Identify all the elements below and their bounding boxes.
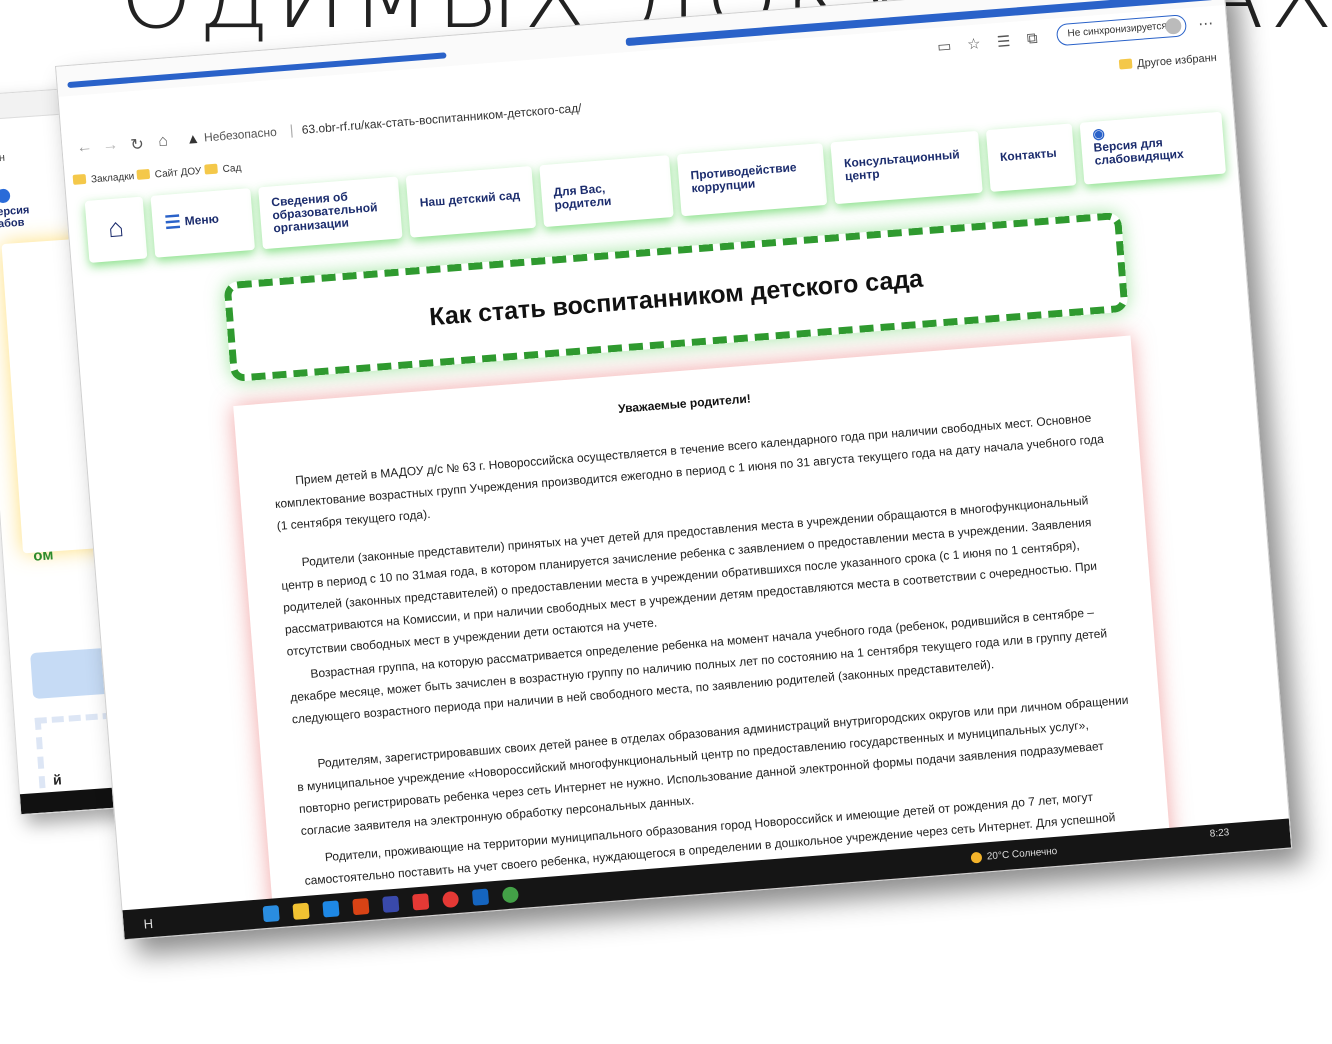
nav-item-anticorruption[interactable]: Противодействие коррупции [676, 143, 828, 217]
back-version-fragment: ерсия абов [0, 204, 30, 231]
word-icon[interactable] [471, 888, 490, 906]
yandex-icon[interactable] [442, 890, 460, 909]
collections-icon[interactable]: ⧉ [1026, 30, 1038, 48]
home-icon: ⌂ [106, 212, 125, 244]
url-input[interactable]: 63.obr-rf.ru/как-стать-воспитанником-дет… [301, 101, 582, 137]
back-icon[interactable]: ← [76, 138, 93, 157]
nav-item-contacts[interactable]: Контакты [985, 123, 1077, 192]
back-tab-fragment: сн [0, 151, 6, 165]
bookmark-site-dou[interactable]: Сайт ДОУ [136, 165, 202, 182]
content-card: Уважаемые родители! Прием детей в МАДОУ … [233, 335, 1172, 925]
weather-label: 20°C Солнечно [986, 845, 1058, 863]
nav-item-low-vision[interactable]: ◉ Версия для слабовидящих [1079, 111, 1227, 185]
office-icon[interactable] [352, 897, 370, 916]
mail-icon[interactable] [382, 895, 400, 913]
profile-avatar [1164, 17, 1182, 35]
bookmark-label: Закладки [90, 171, 135, 186]
back-text-fragment-2: й [52, 771, 63, 788]
nav-menu[interactable]: ☰ Меню [150, 188, 256, 258]
favorites-list-icon[interactable]: ☰ [996, 32, 1011, 51]
back-eye-icon [0, 188, 11, 204]
security-label[interactable]: Небезопасно [204, 125, 278, 145]
explorer-icon[interactable] [292, 902, 310, 920]
nav-item-our-kindergarten[interactable]: Наш детский сад [405, 165, 537, 238]
forward-icon[interactable]: → [102, 136, 119, 155]
nav-menu-label: Меню [184, 211, 220, 229]
folder-icon [204, 163, 218, 175]
back-text-fragment: ом [32, 546, 54, 565]
sync-button[interactable]: Не синхронизируется [1055, 14, 1188, 47]
home-icon[interactable]: ⌂ [158, 132, 169, 151]
folder-icon [136, 169, 151, 181]
folder-icon [1118, 58, 1133, 70]
taskbar-search[interactable]: Н [143, 916, 154, 932]
reader-icon[interactable]: ▭ [937, 37, 952, 56]
sun-icon [970, 851, 983, 864]
nav-item-for-parents[interactable]: Для Вас, родители [539, 155, 674, 228]
bookmark-label: Сайт ДОУ [154, 165, 202, 181]
folder-icon [72, 174, 87, 186]
edge-icon[interactable] [262, 905, 280, 923]
tab-indicator [67, 52, 447, 89]
opera-icon[interactable] [412, 893, 430, 911]
chrome-icon[interactable] [501, 886, 520, 904]
reload-icon[interactable]: ↻ [130, 134, 145, 155]
sync-label: Не синхронизируется [1067, 20, 1168, 40]
main-screenshot: ▭ ☆ ☰ ⧉ Не синхронизируется ⋯ ← → ↻ ⌂ ▲ … [55, 0, 1293, 941]
favorite-icon[interactable]: ☆ [966, 34, 981, 53]
clock[interactable]: 8:23 [1209, 827, 1229, 839]
page-title: Как стать воспитанником детского сада [428, 264, 924, 332]
menu-icon: ☰ [163, 211, 182, 234]
more-menu-icon[interactable]: ⋯ [1198, 14, 1214, 33]
bookmark-sad[interactable]: Сад [204, 162, 242, 177]
warning-icon[interactable]: ▲ [185, 130, 200, 147]
weather-widget[interactable]: 20°C Солнечно [970, 845, 1058, 864]
nav-item-info[interactable]: Сведения об образовательной организации [258, 176, 403, 250]
other-bookmarks[interactable]: Другое избранн [1118, 51, 1218, 72]
store-icon[interactable] [322, 900, 340, 918]
other-bookmarks-label: Другое избранн [1136, 51, 1218, 71]
nav-item-consulting-center[interactable]: Консультационный центр [830, 130, 983, 205]
url-separator: | [289, 121, 294, 138]
bookmark-label: Сад [222, 162, 242, 176]
nav-item-low-vision-label: Версия для слабовидящих [1093, 135, 1185, 168]
nav-home[interactable]: ⌂ [84, 196, 148, 263]
bookmark-bookmarks[interactable]: Закладки [72, 171, 135, 187]
